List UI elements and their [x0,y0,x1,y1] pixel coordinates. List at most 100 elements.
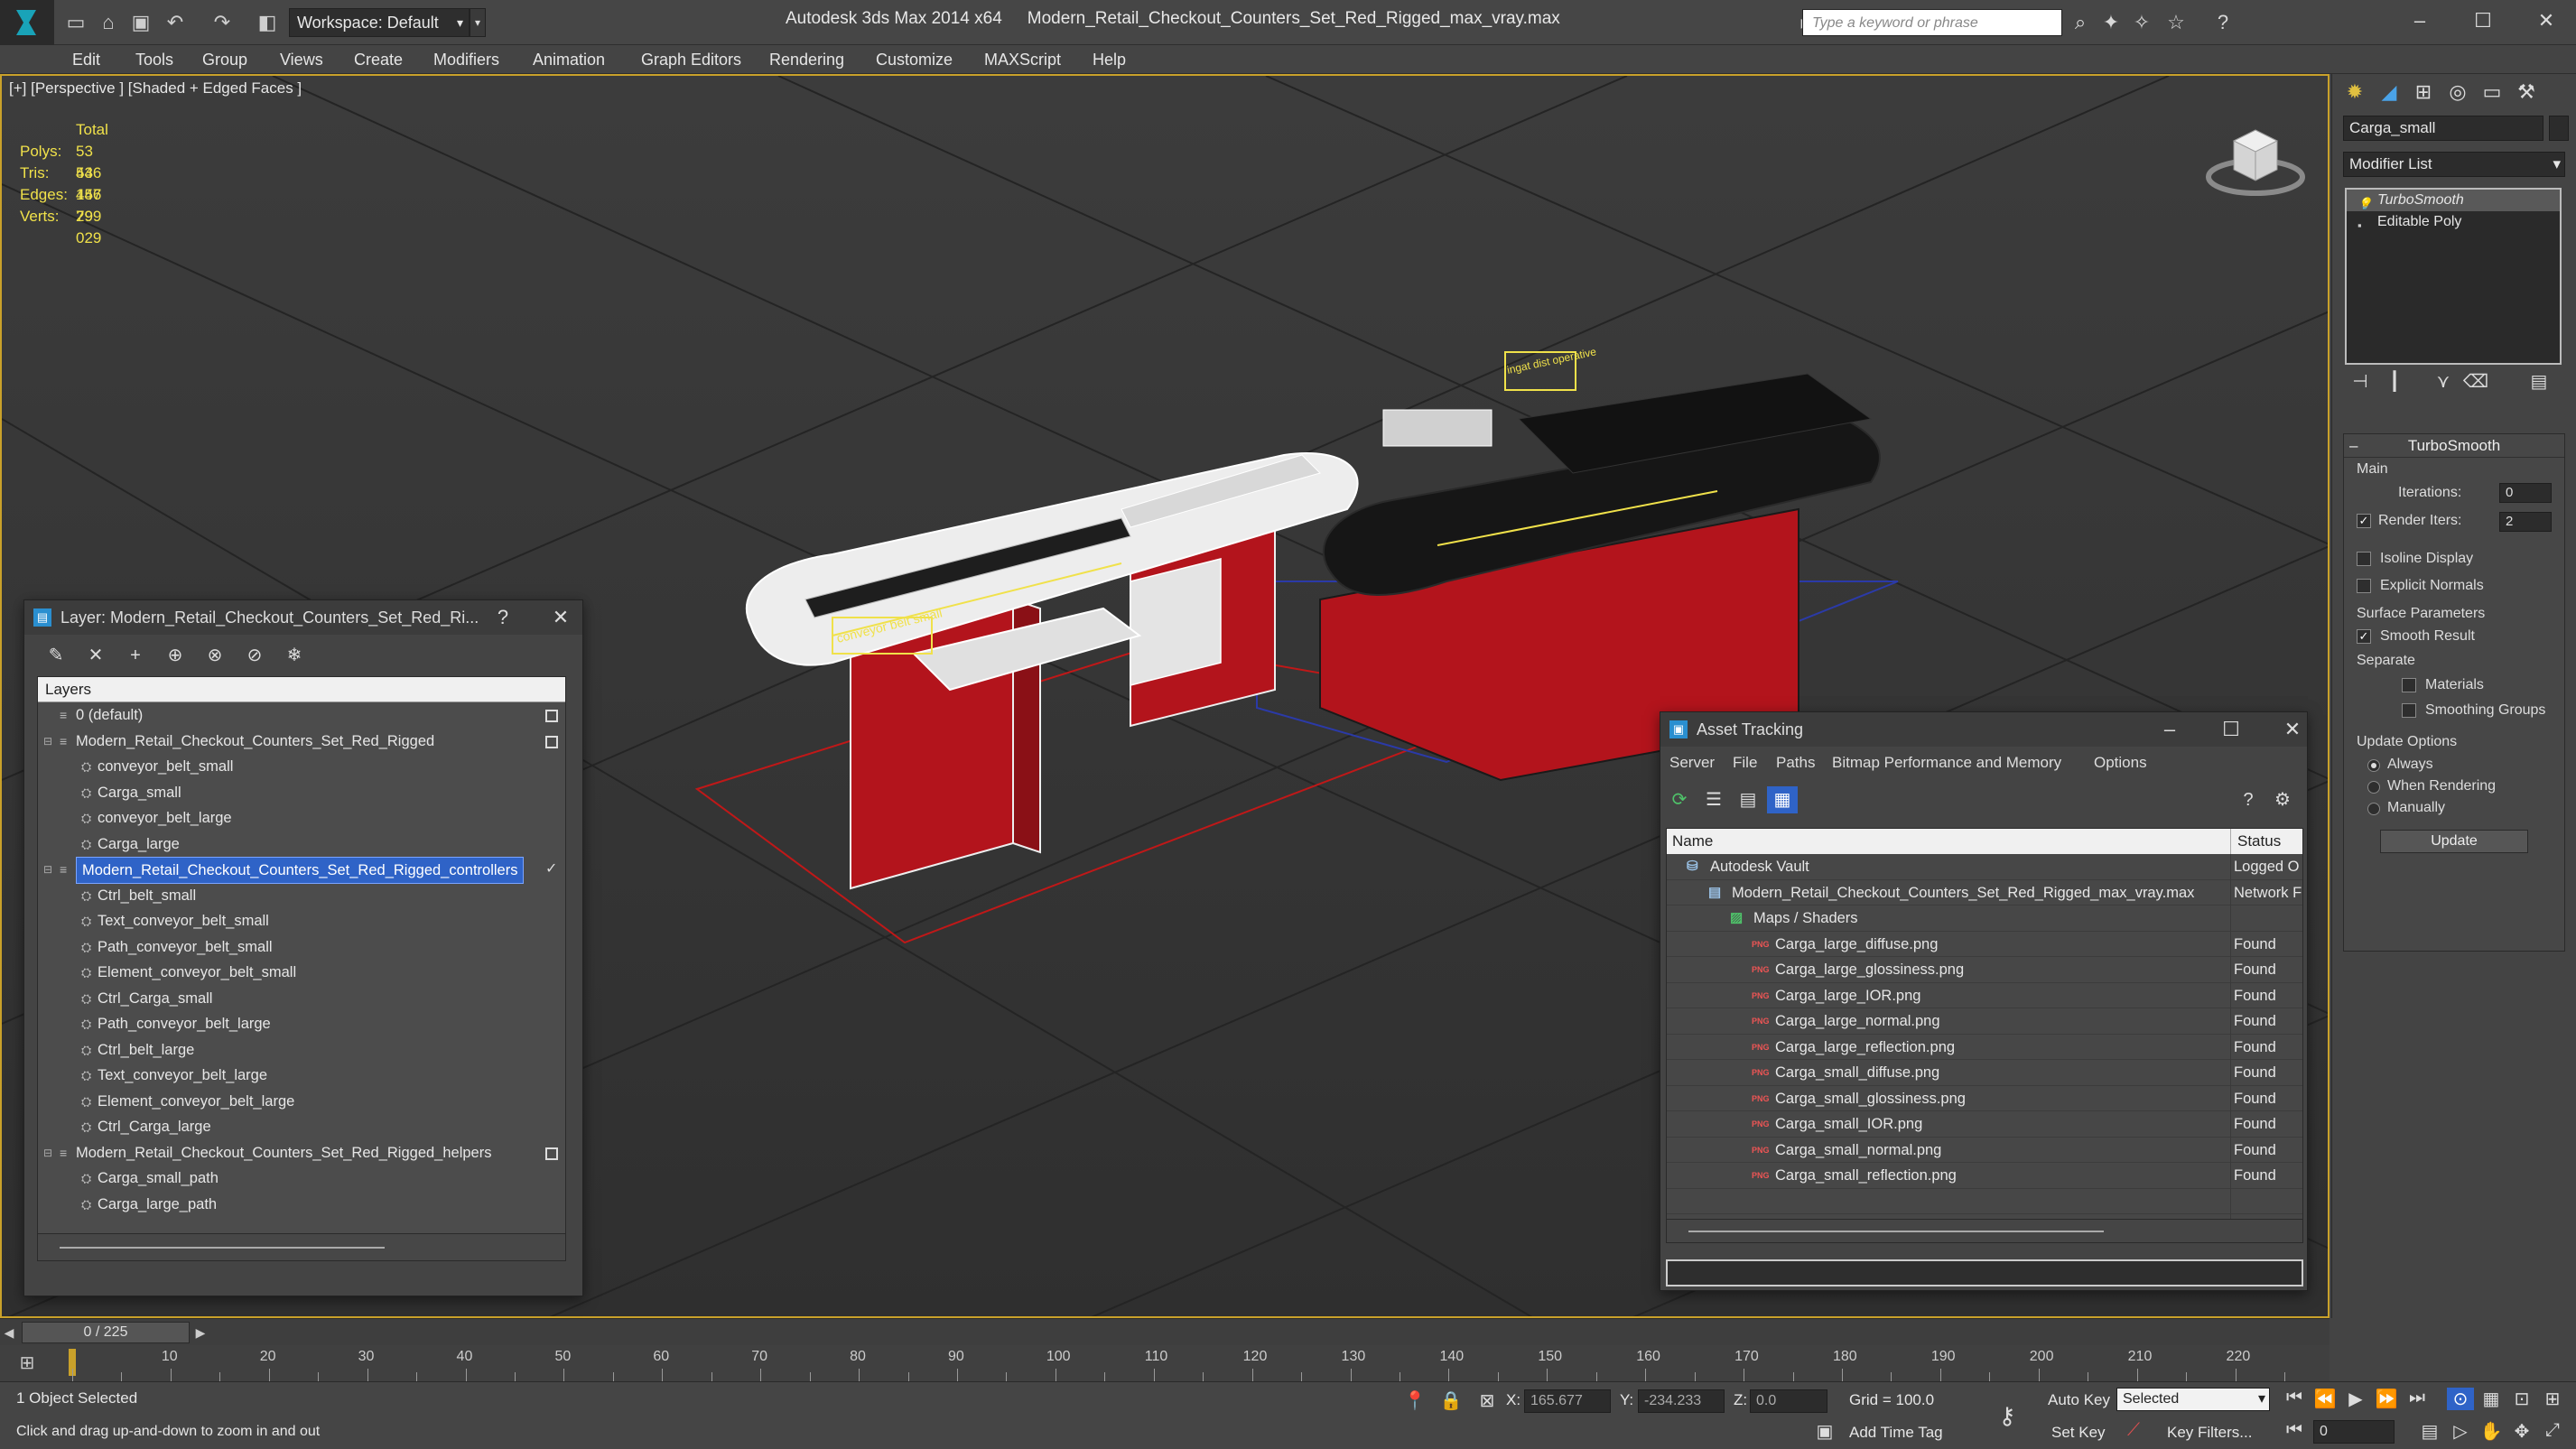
hide-all-icon[interactable]: ⊘ [239,642,270,669]
layer-object-row[interactable]: ⛭ Carga_large [38,831,565,858]
asset-row[interactable]: ▤ Modern_Retail_Checkout_Counters_Set_Red… [1667,880,2302,906]
help-button[interactable]: ? [485,600,521,635]
layer-row[interactable]: ⊟ ≡ Modern_Retail_Checkout_Counters_Set_Re… [38,1140,565,1166]
asset-menu-file[interactable]: File [1733,754,1757,772]
search-input[interactable]: Type a keyword or phrase [1802,9,2062,36]
layer-object-row[interactable]: ⛭ Carga_small_path [38,1166,565,1192]
zoom-extents-all-icon[interactable]: ⊞ [2539,1388,2566,1410]
asset-scroll-thumb[interactable] [1688,1231,2104,1232]
update-button[interactable]: Update [2380,830,2528,853]
layer-object-row[interactable]: ⛭ Path_conveyor_belt_large [38,1011,565,1037]
isoline-display-checkbox[interactable] [2357,552,2371,566]
object-color-swatch[interactable] [2549,116,2569,141]
asset-row[interactable]: PNG Carga_large_reflection.png Found [1667,1035,2302,1060]
go-to-end-icon[interactable]: ⏭ [2404,1388,2431,1408]
remove-modifier-icon[interactable]: ⌫ [2460,368,2491,395]
layer-row[interactable]: ⊟ ≡ Modern_Retail_Checkout_Counters_Set_Re… [38,857,565,884]
modifier-list-dropdown[interactable]: Modifier List ▾ [2343,152,2565,177]
list-view-icon[interactable]: ☰ [1698,786,1729,813]
asset-horizontal-scrollbar[interactable] [1667,1219,2302,1242]
minimize-button[interactable]: – [2402,5,2438,36]
collapse-icon[interactable]: ⊟ [43,729,52,754]
absolute-mode-icon[interactable]: ⊠ [1474,1389,1501,1412]
hide-toggle[interactable] [545,735,558,748]
layer-window-close-button[interactable]: ✕ [543,600,579,635]
asset-menu-paths[interactable]: Paths [1776,754,1815,772]
connect-icon[interactable]: ✧ [2129,10,2154,35]
asset-help-icon[interactable]: ? [2233,786,2264,813]
app-logo[interactable] [0,0,54,45]
show-end-result-icon[interactable]: ┃ [2379,368,2410,395]
field-of-view-icon[interactable]: ▷ [2447,1420,2474,1443]
refresh-icon[interactable]: ⟳ [1664,786,1695,813]
collapse-icon[interactable]: ⊟ [43,857,52,882]
orbit-icon[interactable]: ✥ [2508,1420,2535,1443]
asset-settings-icon[interactable]: ⚙ [2267,786,2298,813]
hide-toggle[interactable] [545,710,558,722]
layer-row[interactable]: ⊟ ≡ Modern_Retail_Checkout_Counters_Set_Re… [38,729,565,755]
layer-object-row[interactable]: ⛭ Element_conveyor_belt_small [38,960,565,986]
menu-create[interactable]: Create [354,45,403,74]
previous-key-icon[interactable]: ⏪ [2311,1388,2339,1410]
set-key-button[interactable]: Set Key [2051,1424,2106,1442]
menu-animation[interactable]: Animation [533,45,605,74]
workspace-menu-button[interactable]: ▾ [470,8,486,37]
asset-row[interactable]: PNG Carga_small_reflection.png Found [1667,1163,2302,1189]
lock-selection-icon[interactable]: 🔒 [1437,1389,1465,1412]
workspace-dropdown[interactable]: Workspace: Default ▾ [289,8,470,37]
favorite-star-icon[interactable]: ☆ [2163,10,2189,35]
y-coordinate-field[interactable]: -234.233 [1638,1389,1725,1413]
viewcube-icon[interactable] [2201,114,2310,204]
create-tab-icon[interactable]: ✹ [2339,78,2370,107]
layer-object-row[interactable]: ⛭ Text_conveyor_belt_large [38,1063,565,1089]
layer-object-row[interactable]: ⛭ Carga_large_path [38,1192,565,1218]
menu-maxscript[interactable]: MAXScript [984,45,1061,74]
asset-row[interactable]: ▨ Maps / Shaders [1667,906,2302,932]
iterations-spinner[interactable]: 0 [2499,483,2552,503]
layer-object-row[interactable]: ⛭ Element_conveyor_belt_large [38,1089,565,1115]
maximize-button[interactable]: ☐ [2465,5,2501,36]
update-manually-radio[interactable] [2367,803,2380,815]
motion-tab-icon[interactable]: ◎ [2442,78,2473,107]
create-layer-icon[interactable]: ✎ [41,642,71,669]
asset-row[interactable]: PNG Carga_small_IOR.png Found [1667,1111,2302,1138]
go-to-start-icon[interactable]: ⏮ [2281,1388,2308,1408]
close-button[interactable]: ✕ [2528,5,2564,36]
key-icon[interactable]: ⚷ [1994,1402,2021,1430]
key-mode-toggle-icon[interactable]: ⏮ [2281,1420,2308,1441]
new-file-icon[interactable]: ▭ [63,11,88,34]
layer-object-row[interactable]: ⛭ Ctrl_belt_small [38,883,565,909]
auto-key-button[interactable]: Auto Key [2048,1391,2110,1409]
menu-views[interactable]: Views [280,45,323,74]
time-config-icon[interactable]: ▤ [2416,1420,2443,1443]
display-tab-icon[interactable]: ▭ [2477,78,2507,107]
layer-window-titlebar[interactable]: ▤ Layer: Modern_Retail_Checkout_Counters… [24,600,582,635]
time-tag-icon[interactable]: ▣ [1811,1420,1838,1443]
project-icon[interactable]: ◧ [255,11,280,34]
delete-layer-icon[interactable]: ✕ [80,642,111,669]
menu-tools[interactable]: Tools [135,45,173,74]
make-unique-icon[interactable]: ⋎ [2428,368,2459,395]
asset-row[interactable]: PNG Carga_large_normal.png Found [1667,1008,2302,1035]
asset-minimize-button[interactable]: – [2152,712,2188,747]
modify-tab-icon[interactable]: ◢ [2374,78,2404,107]
asset-window-titlebar[interactable]: ▣ Asset Tracking – ☐ ✕ [1660,712,2307,747]
set-key-icon[interactable]: ⟋ [2120,1420,2147,1441]
smoothing-groups-checkbox[interactable] [2402,703,2416,718]
highlight-layer-icon[interactable]: ⊗ [200,642,230,669]
object-name-field[interactable]: Carga_small [2343,116,2543,141]
help-icon[interactable]: ? [2210,10,2236,35]
menu-modifiers[interactable]: Modifiers [433,45,499,74]
asset-row[interactable]: PNG Carga_small_glossiness.png Found [1667,1086,2302,1111]
pan-view-icon[interactable]: ✋ [2478,1420,2505,1443]
asset-row[interactable]: PNG Carga_small_diffuse.png Found [1667,1060,2302,1086]
asset-maximize-button[interactable]: ☐ [2213,712,2249,747]
asset-path-field[interactable] [1666,1259,2303,1286]
layer-row[interactable]: ≡ 0 (default) [38,702,565,729]
utilities-tab-icon[interactable]: ⚒ [2511,78,2542,107]
layer-object-row[interactable]: ⛭ conveyor_belt_large [38,805,565,831]
asset-close-button[interactable]: ✕ [2274,712,2311,747]
materials-checkbox[interactable] [2402,678,2416,692]
key-mode-dropdown[interactable]: Selected ▾ [2116,1388,2270,1411]
zoom-extents-icon[interactable]: ⊡ [2508,1388,2535,1410]
